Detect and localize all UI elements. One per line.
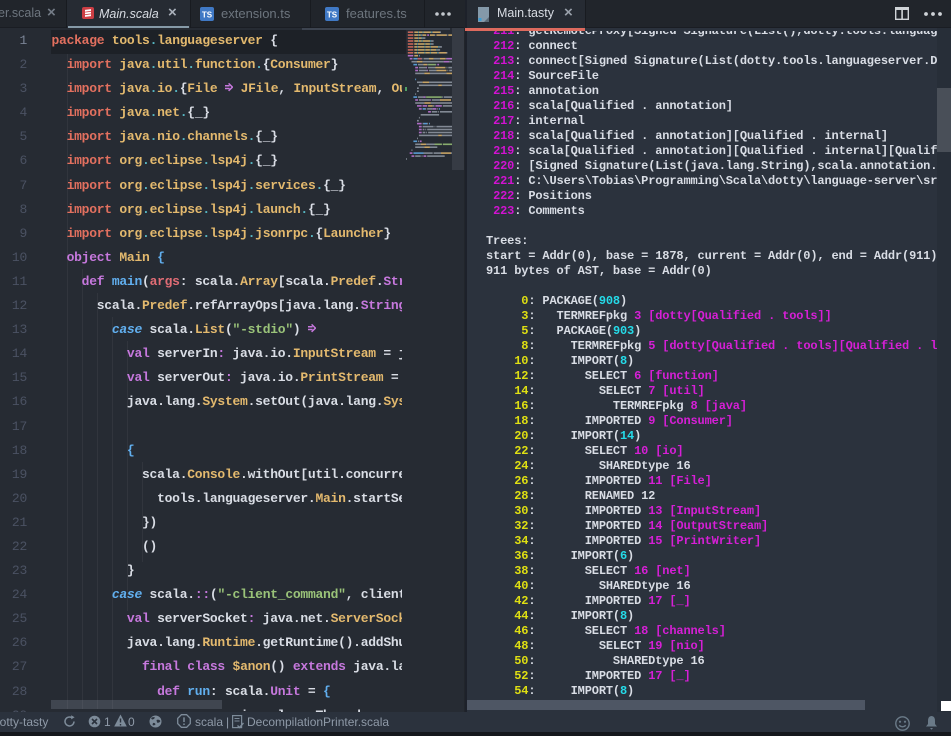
svg-text:TS: TS — [202, 11, 213, 20]
svg-text:TS: TS — [327, 11, 338, 20]
